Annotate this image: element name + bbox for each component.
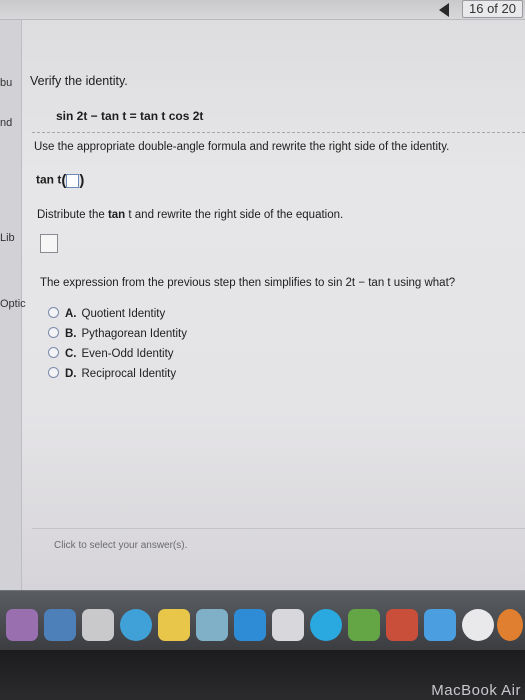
radio-d[interactable] [48, 367, 59, 378]
option-b[interactable]: B. Pythagorean Identity [48, 327, 187, 340]
notes-icon[interactable] [158, 609, 190, 641]
step1-answer-row: tan t() [36, 172, 85, 189]
step2-answer-input[interactable] [40, 234, 58, 253]
question-counter: 16 of 20 [462, 0, 523, 18]
radio-c[interactable] [48, 347, 59, 358]
app-icon-11[interactable] [386, 609, 418, 641]
option-a[interactable]: A. Quotient Identity [48, 307, 165, 320]
step3-question: The expression from the previous step th… [40, 277, 456, 289]
problem-prompt: Verify the identity. [30, 74, 128, 88]
app-icon-2[interactable] [44, 609, 76, 641]
top-bar: 16 of 20 [0, 0, 525, 20]
music-icon[interactable] [462, 609, 494, 641]
radio-a[interactable] [48, 307, 59, 318]
photos-icon[interactable] [272, 609, 304, 641]
option-c[interactable]: C. Even-Odd Identity [48, 347, 174, 360]
app-icon-10[interactable] [348, 609, 380, 641]
messages-icon[interactable] [120, 609, 152, 641]
side-fragment-1: bu [0, 77, 13, 89]
facetime-icon[interactable] [310, 609, 342, 641]
identity-statement: sin 2t − tan t = tan t cos 2t [56, 109, 204, 123]
dock [0, 590, 525, 650]
step1-answer-input[interactable] [66, 173, 80, 188]
step1-instruction: Use the appropriate double-angle formula… [34, 141, 450, 153]
radio-b[interactable] [48, 327, 59, 338]
select-answer-hint: Click to select your answer(s). [54, 540, 188, 551]
app-screen: 16 of 20 bu nd Lib Optic Verify the iden… [0, 0, 525, 590]
side-fragment-3: Lib [0, 232, 15, 244]
app-icon-1[interactable] [6, 609, 38, 641]
app-icon-6[interactable] [196, 609, 228, 641]
footer-divider [32, 528, 525, 529]
section-divider [32, 132, 525, 133]
step1-prefix: tan t [36, 172, 62, 187]
device-brand-label: MacBook Air [431, 682, 521, 699]
option-d[interactable]: D. Reciprocal Identity [48, 367, 176, 380]
step2-instruction: Distribute the tan t and rewrite the rig… [37, 209, 344, 221]
question-content: Verify the identity. sin 2t − tan t = ta… [22, 20, 525, 590]
side-fragment-2: nd [0, 117, 13, 129]
left-panel: bu nd Lib Optic [0, 20, 26, 590]
app-icon-7[interactable] [234, 609, 266, 641]
previous-question-arrow-icon[interactable] [439, 3, 449, 17]
app-icon-14[interactable] [497, 609, 523, 641]
app-store-icon[interactable] [424, 609, 456, 641]
calendar-icon[interactable] [82, 609, 114, 641]
